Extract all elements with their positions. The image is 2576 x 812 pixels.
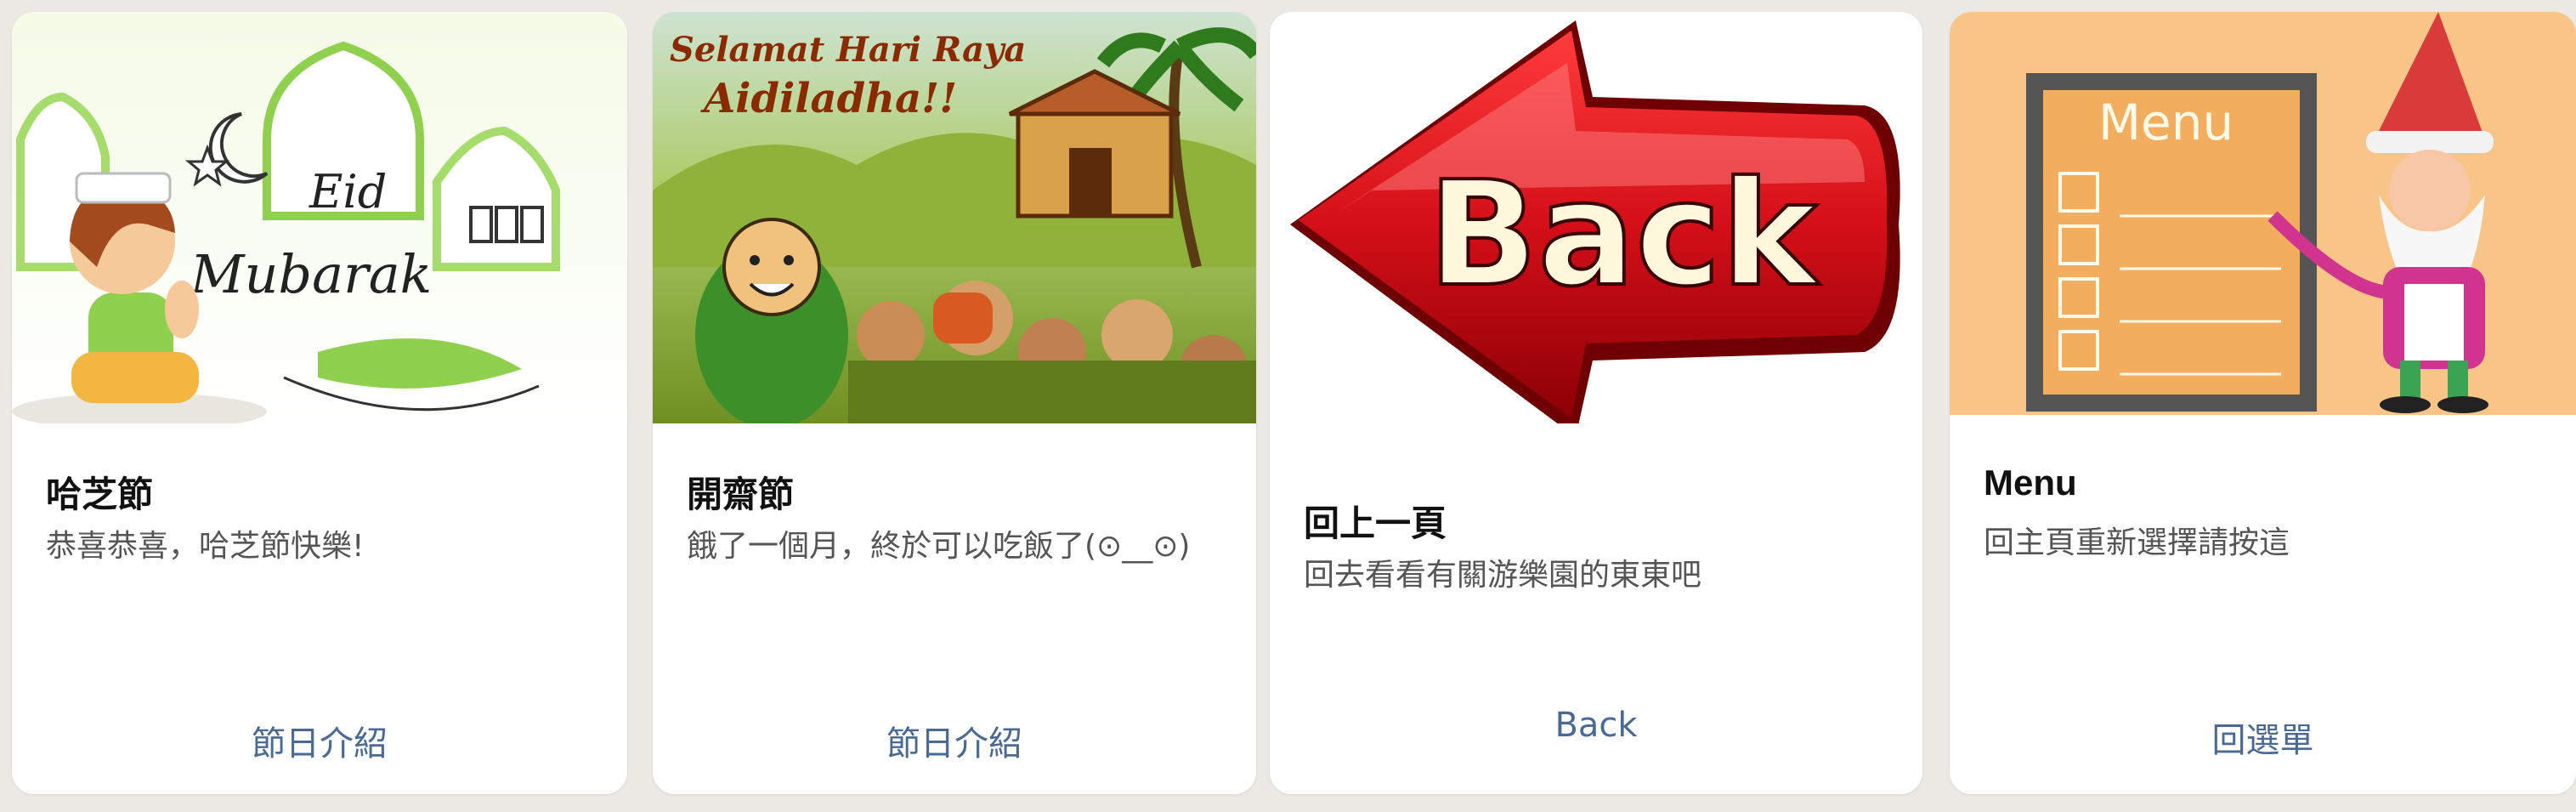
card-title: Menu — [1984, 463, 2077, 503]
svg-text:Selamat Hari Raya: Selamat Hari Raya — [670, 30, 1026, 70]
card-title: 開齋節 — [687, 474, 795, 514]
card-description: 回主頁重新選擇請按這 — [1984, 525, 2290, 560]
back-arrow-image: Back — [1270, 12, 1922, 423]
svg-text:Aidiladha!!: Aidiladha!! — [700, 75, 957, 122]
festival-intro-button[interactable]: 節日介紹 — [653, 716, 1256, 765]
card-description: 回去看看有關游樂園的東東吧 — [1304, 558, 1702, 593]
card-eid-mubarak: Eid Mubarak 哈芝節 恭喜恭喜，哈芝節快樂! 節日介紹 — [12, 12, 627, 794]
return-menu-button[interactable]: 回選單 — [1950, 713, 2576, 762]
card-description: 餓了一個月，終於可以吃飯了(⊙__⊙) — [687, 529, 1191, 564]
card-title: 回上一頁 — [1304, 503, 1447, 543]
back-button[interactable]: Back — [1270, 706, 1922, 745]
card-menu: Menu Menu 回主頁重新選擇請按這 回選單 — [1950, 12, 2576, 794]
card-hari-raya: Selamat Hari Raya Aidiladha!! 開齋節 餓了一個月，… — [653, 12, 1256, 794]
card-back: Back 回上一頁 回去看看有關游樂園的東東吧 Back — [1270, 12, 1922, 794]
svg-text:Back: Back — [1428, 150, 1820, 319]
eid-mubarak-image: Eid Mubarak — [12, 12, 627, 423]
svg-text:Mubarak: Mubarak — [190, 243, 432, 305]
hari-raya-image: Selamat Hari Raya Aidiladha!! — [653, 12, 1256, 423]
card-description: 恭喜恭喜，哈芝節快樂! — [46, 529, 365, 564]
menu-board-image: Menu — [1950, 12, 2576, 415]
festival-intro-button[interactable]: 節日介紹 — [12, 716, 627, 765]
svg-text:Eid: Eid — [309, 165, 387, 219]
svg-text:Menu: Menu — [2098, 94, 2233, 151]
card-title: 哈芝節 — [46, 474, 154, 514]
